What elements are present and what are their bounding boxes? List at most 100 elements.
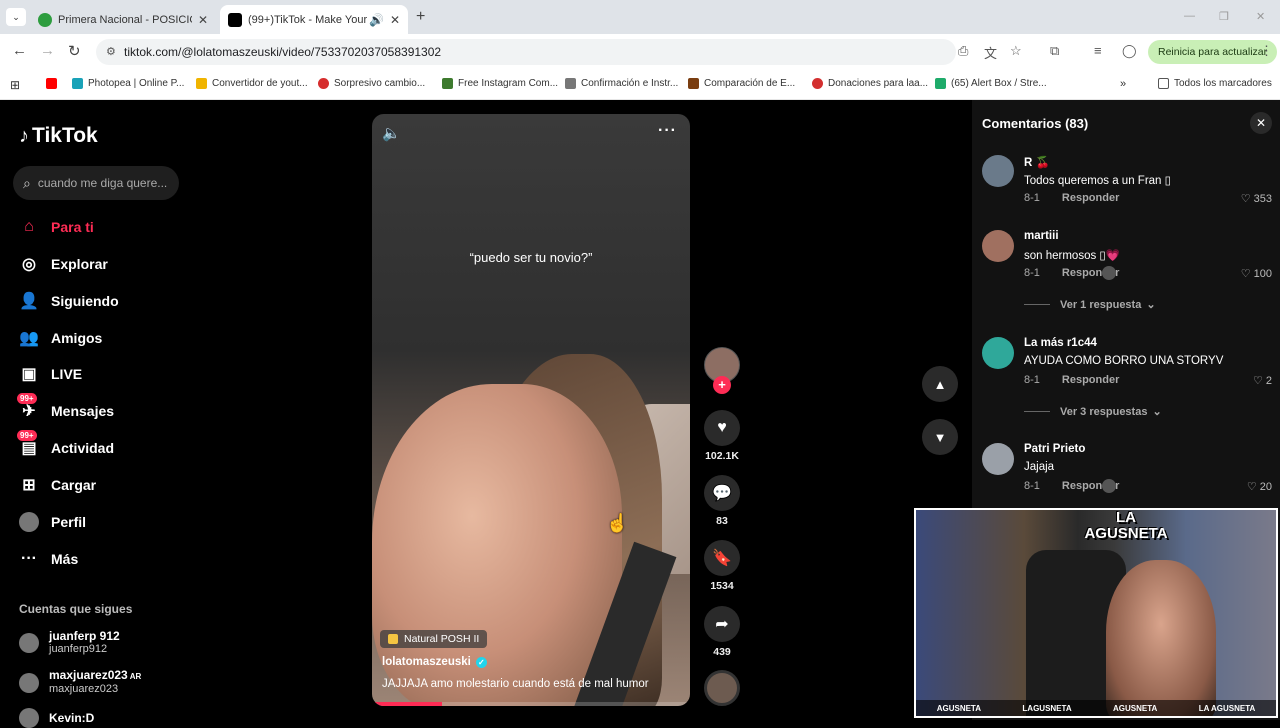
bookmark-item[interactable]: Free Instagram Com... [442,78,558,89]
follow-plus-button[interactable]: + [713,376,731,394]
followed-account[interactable]: maxjuarez023 AR maxjuarez023 [19,669,141,696]
more-bookmarks-icon[interactable]: » [1120,78,1126,90]
nav-more[interactable]: ··· Más [19,548,78,570]
bookmark-item[interactable]: Photopea | Online P... [72,78,184,89]
bookmark-star-icon[interactable]: ☆ [1010,43,1022,59]
minimize-icon[interactable]: — [1184,10,1195,22]
video-description: JAJJAJA amo molestario cuando está de ma… [382,678,649,690]
reply-button[interactable]: Responder [1062,192,1119,204]
bookmark-item[interactable]: Confirmación e Instr... [565,78,678,89]
nav-explore[interactable]: ◎ Explorar [19,253,108,275]
tiktok-logo[interactable]: ♪ TikTok [19,124,98,148]
comment-date: 8-1 [1024,192,1040,204]
nav-upload[interactable]: ⊞ Cargar [19,474,96,496]
nav-messages[interactable]: ✈ 99+ Mensajes [17,393,114,422]
bookmark-item[interactable]: Sorpresivo cambio... [318,78,425,89]
address-bar[interactable]: ⚙ tiktok.com/@lolatomaszeuski/video/7533… [96,39,956,65]
comment-user[interactable]: martiii [1024,230,1059,242]
media-control-icon[interactable]: ≡ [1094,43,1102,58]
video-player[interactable]: 🔈 ··· “puedo ser tu novio?” Natural POSH… [372,114,690,706]
reload-icon[interactable]: ↻ [68,42,81,60]
comment-text: AYUDA COMO BORRO UNA STORYV [1024,355,1224,367]
forward-arrow-icon[interactable]: → [40,42,55,59]
back-arrow-icon[interactable]: ← [12,42,27,59]
search-input[interactable]: ⌕ cuando me diga quere... [13,166,179,200]
comment-action[interactable]: 💬 83 [704,475,740,527]
avatar[interactable] [982,230,1014,262]
nav-for-you[interactable]: ⌂ Para ti [19,216,94,238]
followed-account[interactable]: juanferp 912 juanferp912 [19,630,120,656]
close-tab-icon[interactable]: ✕ [198,13,208,27]
comment-date: 8-1 [1024,480,1040,492]
bookmark-item[interactable]: Comparación de E... [688,78,795,89]
share-icon: ➦ [704,606,740,642]
bookmark-item[interactable]: Convertidor de yout... [196,78,308,89]
browser-tab-primera-nacional[interactable]: Primera Nacional - POSICIONES ✕ [30,5,216,34]
avatar [19,708,39,728]
avatar[interactable] [982,155,1014,187]
notification-badge: 99+ [17,393,37,404]
account-icon[interactable]: ◯ [1122,43,1137,59]
close-window-icon[interactable]: ✕ [1256,10,1265,23]
view-replies-button[interactable]: Ver 1 respuesta ⌄ [1024,298,1156,311]
comment-like-button[interactable]: ♡ 20 [1247,480,1272,493]
install-app-icon[interactable]: ⎙ [958,43,968,59]
nav-following[interactable]: 👤 Siguiendo [19,290,119,312]
like-action[interactable]: ♥ 102.1K [704,410,740,462]
comment-like-button[interactable]: ♡ 353 [1241,192,1272,205]
extensions-icon[interactable]: ⧉ [1050,43,1059,59]
nav-live[interactable]: ▣ LIVE [19,363,82,385]
comment-like-button[interactable]: ♡ 2 [1253,374,1272,387]
share-count: 439 [713,646,731,658]
avatar [19,633,39,653]
comment-user[interactable]: La más r1c44 [1024,337,1097,349]
nav-friends[interactable]: 👥 Amigos [19,327,102,349]
volume-icon[interactable]: 🔈 [382,124,401,142]
followed-account[interactable]: Kevin:D [19,708,94,728]
heart-outline-icon: ♡ [1240,268,1254,280]
tab-audio-icon[interactable]: 🔊 [369,13,384,27]
bookmark-item[interactable]: Donaciones para laa... [812,78,928,89]
comment-user[interactable]: R 🍒 [1024,155,1050,169]
bookmark-item[interactable]: (65) Alert Box / Stre... [935,78,1047,89]
save-action[interactable]: 🔖 1534 [704,540,740,592]
menu-kebab-icon[interactable]: ⋮ [1260,43,1273,59]
close-comments-button[interactable]: ✕ [1250,112,1272,134]
like-count: 102.1K [705,450,739,462]
tab-search-button[interactable]: ⌄ [6,8,26,26]
video-more-options-icon[interactable]: ··· [658,122,677,140]
nav-profile[interactable]: Perfil [19,511,86,533]
reply-button[interactable]: Responder [1062,374,1119,386]
streamer [1106,560,1216,716]
update-button[interactable]: Reinicia para actualizar [1148,40,1278,64]
url-text: tiktok.com/@lolatomaszeuski/video/753370… [124,45,442,59]
nav-activity[interactable]: ▤ 99+ Actividad [17,430,114,459]
previous-video-button[interactable]: ▲ [922,366,958,402]
music-tag[interactable]: Natural POSH II [380,630,488,648]
all-bookmarks-folder[interactable]: Todos los marcadores [1158,78,1272,89]
close-tab-icon[interactable]: ✕ [390,13,400,27]
video-author[interactable]: lolatomaszeuski ✓ [382,656,487,668]
new-tab-button[interactable]: + [416,8,425,26]
stream-logo: LA AGUSNETA [1084,509,1168,542]
save-count: 1534 [710,580,734,592]
youtube-bookmark-icon[interactable] [46,78,62,89]
heart-outline-icon: ♡ [1252,375,1266,387]
restore-icon[interactable]: ❐ [1219,10,1229,23]
video-progress-bar[interactable] [372,702,690,706]
view-replies-button[interactable]: Ver 3 respuestas ⌄ [1024,405,1162,418]
share-action[interactable]: ➦ 439 [704,606,740,658]
sound-disc-avatar[interactable] [704,670,740,706]
tab-title: (99+)TikTok - Make Your Day [248,13,367,26]
avatar[interactable] [982,337,1014,369]
comment-like-button[interactable]: ♡ 100 [1241,267,1272,280]
tiktok-favicon-icon [228,12,242,27]
translate-icon[interactable]: 文 [984,43,997,62]
comment-user[interactable]: Patri Prieto [1024,443,1085,455]
avatar[interactable] [982,443,1014,475]
apps-grid-icon[interactable]: ⊞ [10,78,20,92]
next-video-button[interactable]: ▼ [922,419,958,455]
browser-tab-tiktok[interactable]: (99+)TikTok - Make Your Day 🔊 ✕ [220,5,408,34]
site-info-icon[interactable]: ⚙ [106,45,116,58]
notification-badge: 99+ [17,430,37,441]
